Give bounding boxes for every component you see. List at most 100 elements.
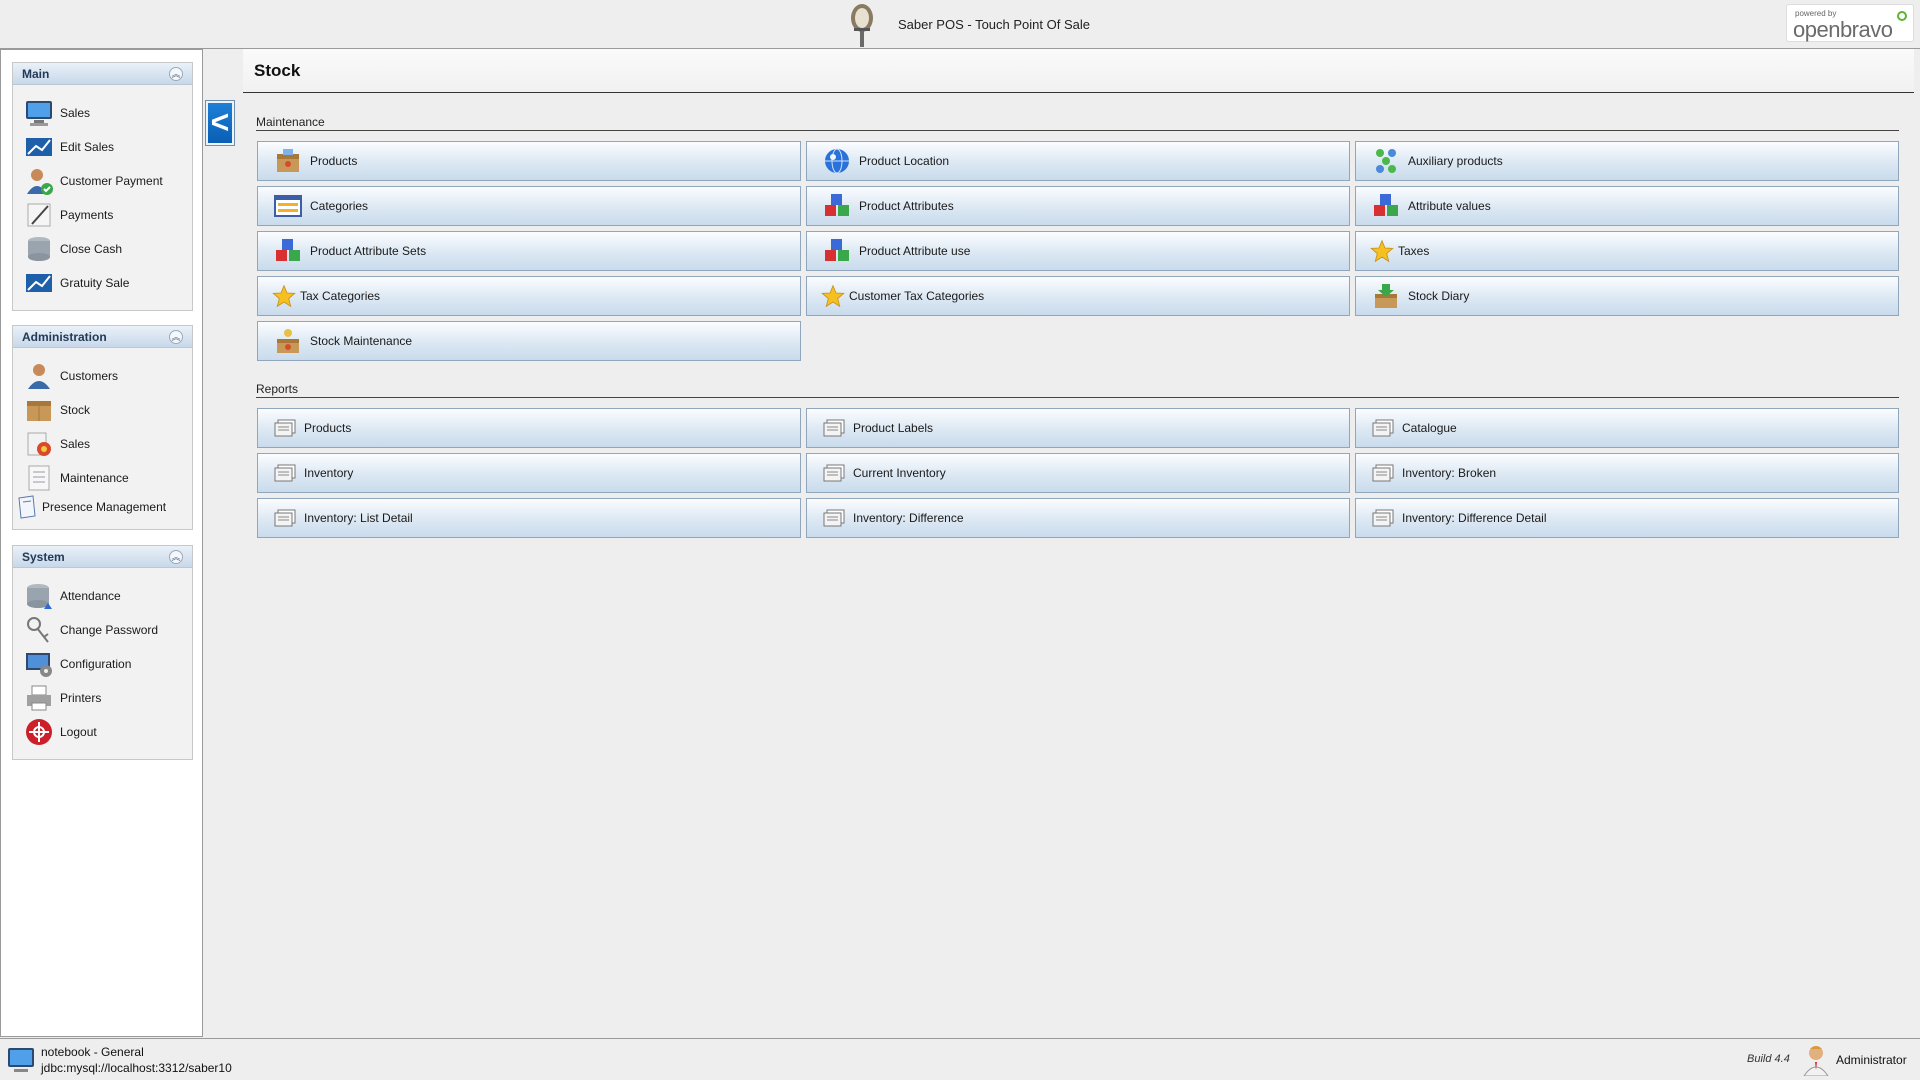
tile-tax-categories[interactable]: Tax Categories bbox=[257, 276, 801, 316]
tile-label: Inventory bbox=[304, 466, 354, 480]
molecule-icon bbox=[1376, 149, 1396, 173]
tile-product-attribute-sets[interactable]: Product Attribute Sets bbox=[257, 231, 801, 271]
tile-report-products[interactable]: Products bbox=[257, 408, 801, 448]
tile-stock-maintenance[interactable]: Stock Maintenance bbox=[257, 321, 801, 361]
tile-taxes[interactable]: Taxes bbox=[1355, 231, 1899, 271]
sidebar-item-payments[interactable]: Payments bbox=[24, 200, 190, 230]
sidebar-item-label: Payments bbox=[60, 208, 114, 222]
star-icon bbox=[1370, 239, 1394, 263]
tile-label: Product Labels bbox=[853, 421, 934, 435]
tile-label: Stock Maintenance bbox=[310, 334, 413, 348]
reports-section-label: Reports bbox=[256, 382, 299, 396]
panel-main-header[interactable]: Main ︽ bbox=[13, 63, 192, 85]
sidebar-item-printers[interactable]: Printers bbox=[24, 683, 190, 713]
sidebar-item-label: Sales bbox=[60, 106, 91, 120]
brand-dot-icon bbox=[1897, 11, 1907, 21]
tile-label: Catalogue bbox=[1402, 421, 1457, 435]
report-icon bbox=[274, 419, 296, 437]
reports-divider bbox=[256, 397, 1899, 398]
box-person-icon bbox=[277, 329, 299, 353]
panel-administration-header[interactable]: Administration ︽ bbox=[13, 326, 192, 348]
collapse-system-icon[interactable]: ︽ bbox=[169, 550, 183, 564]
tile-stock-diary[interactable]: Stock Diary bbox=[1355, 276, 1899, 316]
category-list-icon bbox=[274, 195, 302, 217]
sidebar-item-label: Sales bbox=[60, 437, 91, 451]
tile-report-catalogue[interactable]: Catalogue bbox=[1355, 408, 1899, 448]
tile-label: Product Attributes bbox=[859, 199, 954, 213]
sidebar-item-sales[interactable]: Sales bbox=[24, 98, 190, 128]
report-icon bbox=[274, 464, 296, 482]
tile-label: Inventory: Broken bbox=[1402, 466, 1497, 480]
sidebar-item-label: Attendance bbox=[60, 589, 121, 603]
sidebar-item-customers[interactable]: Customers bbox=[24, 361, 190, 391]
tile-report-inventory-difference-detail[interactable]: Inventory: Difference Detail bbox=[1355, 498, 1899, 538]
panel-administration-title: Administration bbox=[22, 330, 107, 344]
sidebar-item-logout[interactable]: Logout bbox=[24, 717, 190, 747]
tile-product-attributes[interactable]: Product Attributes bbox=[806, 186, 1350, 226]
tile-product-location[interactable]: Product Location bbox=[806, 141, 1350, 181]
collapse-administration-icon[interactable]: ︽ bbox=[169, 330, 183, 344]
tile-report-inventory-list-detail[interactable]: Inventory: List Detail bbox=[257, 498, 801, 538]
maintenance-divider bbox=[256, 130, 1899, 131]
tile-label: Attribute values bbox=[1408, 199, 1491, 213]
sidebar-item-label: Presence Management bbox=[42, 500, 167, 514]
panel-system-title: System bbox=[22, 550, 65, 564]
sidebar-item-gratuity-sale[interactable]: Gratuity Sale bbox=[24, 268, 190, 298]
build-label: Build 4.4 bbox=[1747, 1053, 1790, 1065]
user-avatar-icon[interactable] bbox=[1801, 1044, 1831, 1076]
report-icon bbox=[1372, 509, 1394, 527]
tile-label: Tax Categories bbox=[300, 289, 381, 303]
sidebar-item-label: Printers bbox=[60, 691, 102, 705]
monitor-icon bbox=[26, 101, 52, 126]
blocks-icon bbox=[825, 194, 849, 216]
title-bar: Saber POS - Touch Point Of Sale powered … bbox=[0, 0, 1920, 49]
sidebar-item-configuration[interactable]: Configuration bbox=[24, 649, 190, 679]
database-user-icon bbox=[27, 584, 52, 609]
tile-report-inventory-broken[interactable]: Inventory: Broken bbox=[1355, 453, 1899, 493]
sidebar-item-admin-sales[interactable]: Sales bbox=[24, 429, 190, 459]
report-icon bbox=[274, 509, 296, 527]
tile-label: Inventory: Difference bbox=[853, 511, 964, 525]
sidebar-item-stock[interactable]: Stock bbox=[24, 395, 190, 425]
tile-categories[interactable]: Categories bbox=[257, 186, 801, 226]
product-box-icon bbox=[277, 149, 299, 172]
box-download-icon bbox=[1375, 284, 1397, 308]
document-list-icon bbox=[28, 465, 50, 491]
tile-label: Product Location bbox=[859, 154, 950, 168]
tile-auxiliary-products[interactable]: Auxiliary products bbox=[1355, 141, 1899, 181]
logout-icon bbox=[26, 719, 52, 745]
tile-product-attribute-use[interactable]: Product Attribute use bbox=[806, 231, 1350, 271]
tile-customer-tax-categories[interactable]: Customer Tax Categories bbox=[806, 276, 1350, 316]
report-icon bbox=[1372, 419, 1394, 437]
report-icon bbox=[823, 509, 845, 527]
tile-label: Categories bbox=[310, 199, 369, 213]
current-user[interactable]: Administrator bbox=[1836, 1053, 1907, 1067]
tile-report-product-labels[interactable]: Product Labels bbox=[806, 408, 1350, 448]
sidebar-item-label: Logout bbox=[60, 725, 97, 739]
printer-icon bbox=[27, 685, 51, 711]
page-title: Stock bbox=[254, 61, 301, 80]
box-icon bbox=[27, 401, 51, 421]
main-header: Stock bbox=[243, 49, 1914, 93]
tile-products[interactable]: Products bbox=[257, 141, 801, 181]
collapse-main-icon[interactable]: ︽ bbox=[169, 67, 183, 81]
keys-icon bbox=[27, 617, 49, 643]
sidebar-item-customer-payment[interactable]: Customer Payment bbox=[24, 166, 190, 196]
tile-attribute-values[interactable]: Attribute values bbox=[1355, 186, 1899, 226]
sidebar-item-close-cash[interactable]: Close Cash bbox=[24, 234, 190, 264]
sidebar-item-edit-sales[interactable]: Edit Sales bbox=[24, 132, 190, 162]
tile-report-inventory-difference[interactable]: Inventory: Difference bbox=[806, 498, 1350, 538]
tile-label: Inventory: Difference Detail bbox=[1402, 511, 1547, 525]
sidebar-item-maintenance[interactable]: Maintenance bbox=[24, 463, 190, 493]
brand-name: openbravo bbox=[1793, 17, 1893, 42]
sidebar-item-label: Gratuity Sale bbox=[60, 276, 130, 290]
report-icon bbox=[823, 464, 845, 482]
panel-system-header[interactable]: System ︽ bbox=[13, 546, 192, 568]
tile-label: Current Inventory bbox=[853, 466, 946, 480]
tile-report-inventory[interactable]: Inventory bbox=[257, 453, 801, 493]
sidebar-item-change-password[interactable]: Change Password bbox=[24, 615, 190, 645]
sidebar-item-attendance[interactable]: Attendance bbox=[24, 581, 190, 611]
sidebar-item-presence-management[interactable]: Presence Management bbox=[15, 492, 193, 522]
tile-report-current-inventory[interactable]: Current Inventory bbox=[806, 453, 1350, 493]
collapse-sidebar-button[interactable]: < bbox=[205, 100, 235, 146]
